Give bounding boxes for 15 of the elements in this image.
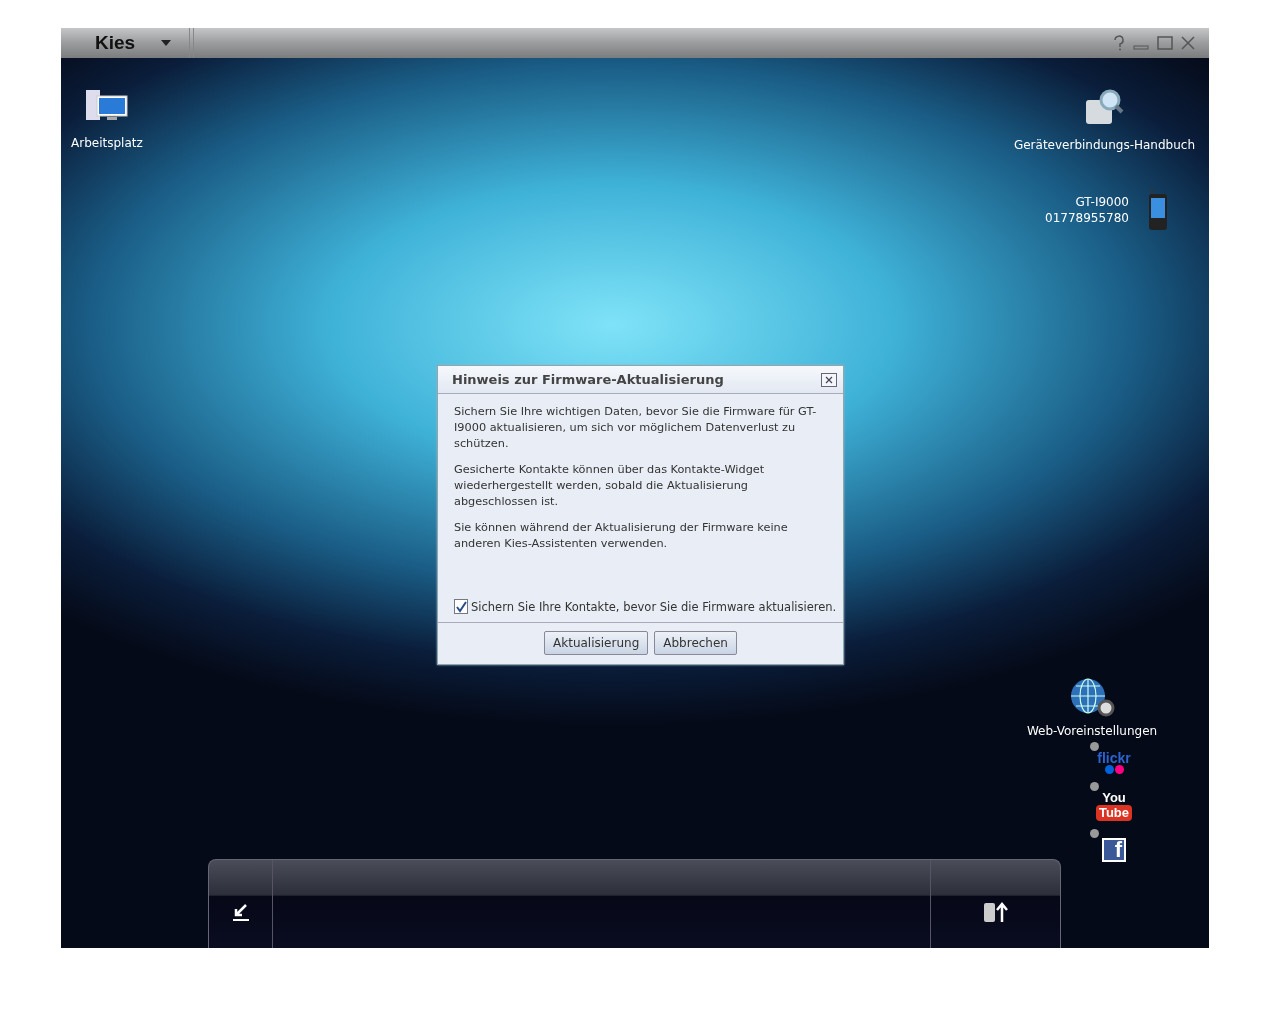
dialog-message: Sichern Sie Ihre wichtigen Daten, bevor Sie die Firmware für GT-I9000 aktualisieren, um sich vor möglichem Datenverlust zu schützen. (454, 404, 818, 452)
dialog-button[interactable]: Aktualisierung (544, 631, 649, 655)
device-number: 01778955780 (1045, 210, 1129, 226)
dialog-message: Sie können während der Aktualisierung der Firmware keine anderen Kies-Assistenten verwenden. (454, 520, 789, 552)
dialog-button[interactable]: Abbrechen (654, 631, 737, 655)
web-settings-label[interactable]: Web-Voreinstellungen (1026, 724, 1158, 738)
dialog-title: Hinweis zur Firmware-Aktualisierung (452, 372, 724, 387)
facebook-logo[interactable]: f (1102, 838, 1126, 862)
desktop-icon-label[interactable]: Geräteverbindungs-Handbuch (1013, 138, 1195, 152)
device-model: GT-I9000 (1075, 194, 1129, 210)
app-logo: Kies (95, 32, 136, 54)
checkbox-label[interactable]: Sichern Sie Ihre Kontakte, bevor Sie die Firmware aktualisieren. (471, 599, 837, 614)
dialog-message: Gesicherte Kontakte können über das Kontakte-Widget wiederhergestellt werden, sobald die Aktualisierung abgeschlossen ist. (454, 462, 766, 510)
flickr-logo[interactable]: flickr (1097, 751, 1131, 774)
desktop-icon-label[interactable]: Arbeitsplatz (71, 136, 143, 150)
